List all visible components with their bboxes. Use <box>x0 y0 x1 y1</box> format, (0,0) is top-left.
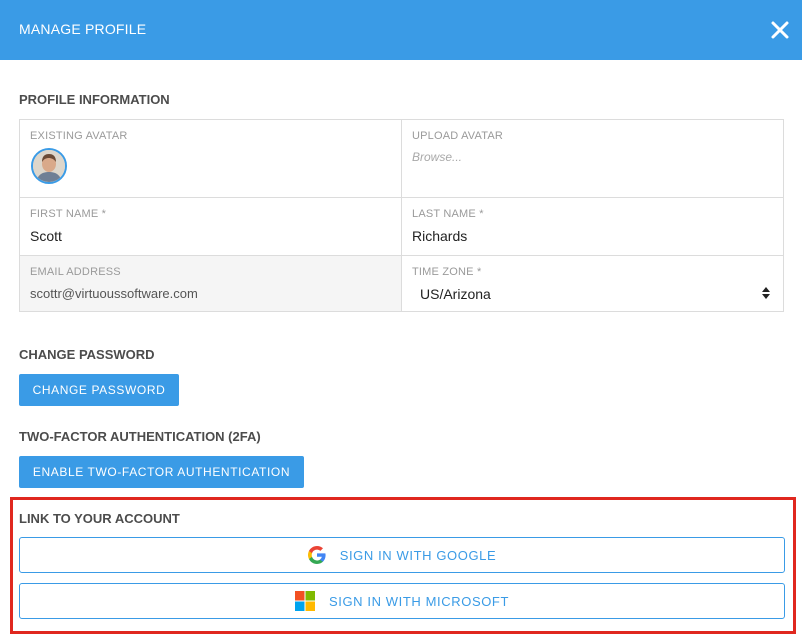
microsoft-icon <box>294 591 315 611</box>
last-name-field[interactable]: Richards <box>412 228 467 244</box>
upload-avatar-cell[interactable]: UPLOAD AVATAR Browse... <box>402 120 783 198</box>
profile-form: EXISTING AVATAR UPLOAD AVATAR Browse... … <box>19 119 784 312</box>
existing-avatar-label: EXISTING AVATAR <box>30 130 128 142</box>
first-name-field[interactable]: Scott <box>30 228 62 244</box>
microsoft-signin-label: SIGN IN WITH MICROSOFT <box>328 593 510 609</box>
google-signin-button[interactable]: SIGN IN WITH GOOGLE <box>19 537 785 573</box>
email-label: EMAIL ADDRESS <box>30 266 121 278</box>
google-signin-label: SIGN IN WITH GOOGLE <box>339 547 497 563</box>
select-arrows-icon[interactable] <box>761 286 771 300</box>
modal-header: MANAGE PROFILE <box>0 0 802 60</box>
profile-section-title: PROFILE INFORMATION <box>19 92 170 107</box>
timezone-cell[interactable]: TIME ZONE * US/Arizona <box>402 256 783 311</box>
last-name-cell[interactable]: LAST NAME * Richards <box>402 198 783 256</box>
avatar-portrait-icon <box>33 150 65 182</box>
timezone-label: TIME ZONE * <box>412 266 482 278</box>
last-name-label: LAST NAME * <box>412 208 484 220</box>
modal-title: MANAGE PROFILE <box>19 21 147 37</box>
enable-2fa-button[interactable]: ENABLE TWO-FACTOR AUTHENTICATION <box>19 456 304 488</box>
first-name-label: FIRST NAME * <box>30 208 107 220</box>
first-name-cell[interactable]: FIRST NAME * Scott <box>20 198 402 256</box>
change-password-button[interactable]: CHANGE PASSWORD <box>19 374 179 406</box>
google-icon <box>307 546 326 564</box>
password-section-title: CHANGE PASSWORD <box>19 347 155 362</box>
link-section-title: LINK TO YOUR ACCOUNT <box>19 511 180 526</box>
existing-avatar-cell: EXISTING AVATAR <box>20 120 402 198</box>
twofa-section-title: TWO-FACTOR AUTHENTICATION (2FA) <box>19 429 261 444</box>
avatar <box>31 148 67 184</box>
upload-avatar-label: UPLOAD AVATAR <box>412 130 504 142</box>
upload-avatar-input[interactable]: Browse... <box>412 150 462 164</box>
email-cell: EMAIL ADDRESS scottr@virtuoussoftware.co… <box>20 256 402 311</box>
microsoft-signin-button[interactable]: SIGN IN WITH MICROSOFT <box>19 583 785 619</box>
timezone-select[interactable]: US/Arizona <box>420 286 491 302</box>
close-icon[interactable] <box>770 20 790 40</box>
email-field: scottr@virtuoussoftware.com <box>30 286 198 301</box>
